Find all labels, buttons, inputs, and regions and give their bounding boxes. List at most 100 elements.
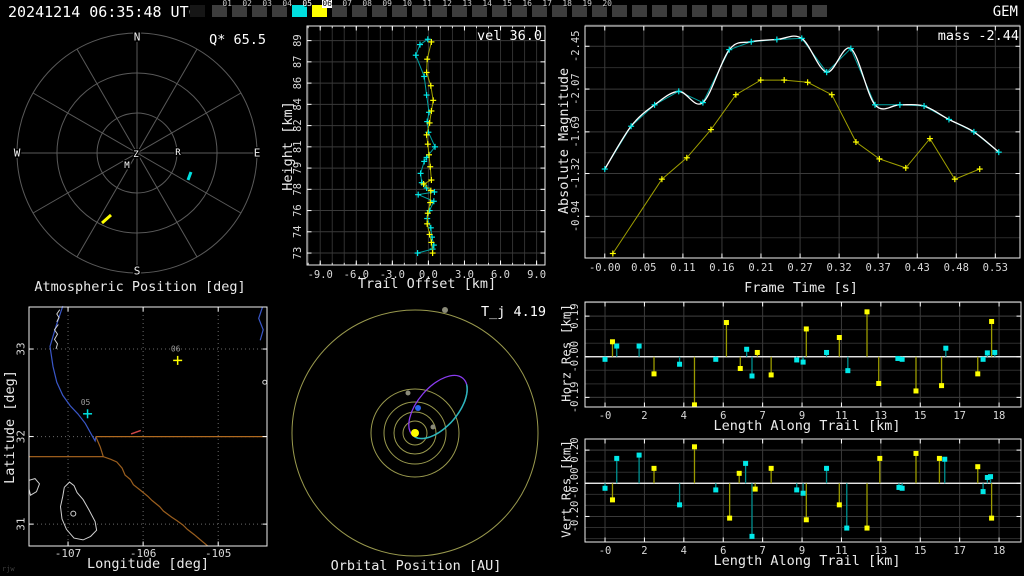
station-id-label: 10 bbox=[402, 0, 412, 8]
station-indicator-20[interactable]: 20 bbox=[592, 0, 612, 20]
station-indicator[interactable] bbox=[712, 2, 730, 20]
station-indicator-16[interactable]: 16 bbox=[512, 0, 532, 20]
q-factor-badge: Q* 65.5 bbox=[209, 32, 266, 48]
map-frame bbox=[28, 306, 268, 547]
terrain-ring bbox=[70, 510, 77, 517]
station-id-label: 03 bbox=[262, 0, 272, 8]
station-indicator-19[interactable]: 19 bbox=[572, 0, 592, 20]
atmospheric-panel-title: Atmospheric Position [deg] bbox=[34, 279, 246, 295]
svg-text:M: M bbox=[124, 161, 130, 171]
station-id-label: 04 bbox=[282, 0, 292, 8]
horz-res-y-axis-label: Horz Res [km] bbox=[558, 304, 574, 402]
svg-text:76: 76 bbox=[292, 204, 304, 217]
svg-text:33: 33 bbox=[15, 342, 28, 355]
svg-text:E: E bbox=[254, 147, 261, 160]
station-indicator-11[interactable]: 11 bbox=[412, 0, 432, 20]
svg-text:0.16: 0.16 bbox=[709, 262, 734, 274]
svg-text:18: 18 bbox=[993, 545, 1006, 557]
station-indicator[interactable] bbox=[692, 2, 710, 20]
residual-stems bbox=[602, 309, 998, 408]
svg-text:0.27: 0.27 bbox=[787, 262, 812, 274]
watermark: rjw bbox=[2, 565, 15, 573]
station-indicator[interactable] bbox=[812, 2, 830, 20]
map-ticks: -107 -106 -105333231 bbox=[15, 307, 267, 560]
station-indicator-09[interactable]: 09 bbox=[372, 0, 392, 20]
station-box-icon[interactable] bbox=[812, 5, 827, 17]
station-box-icon[interactable] bbox=[612, 5, 627, 17]
station-indicator-02[interactable]: 02 bbox=[232, 0, 252, 20]
svg-text:-2.45: -2.45 bbox=[570, 30, 582, 62]
station-indicator-18[interactable]: 18 bbox=[552, 0, 572, 20]
red-segment bbox=[130, 429, 142, 435]
station-indicator[interactable] bbox=[792, 2, 810, 20]
axis-ticks: -0.00 0.05 0.11 0.16 0.21 0.27 0.32 0.37 0.43 0.4… bbox=[570, 26, 1020, 274]
station-box-icon[interactable] bbox=[772, 5, 787, 17]
map-x-axis-label: Longitude [deg] bbox=[87, 556, 209, 572]
station-box-icon[interactable] bbox=[732, 5, 747, 17]
station-box-icon[interactable] bbox=[712, 5, 727, 17]
svg-text:9.0: 9.0 bbox=[527, 269, 546, 281]
station-id-label: 11 bbox=[422, 0, 432, 8]
station-id-label: 17 bbox=[542, 0, 552, 8]
border-river bbox=[95, 436, 209, 547]
station-indicator-05[interactable]: 05 bbox=[292, 0, 312, 20]
station-box-icon[interactable] bbox=[672, 5, 687, 17]
station-indicator[interactable] bbox=[672, 2, 690, 20]
absolute-magnitude-panel: -0.00 0.05 0.11 0.16 0.21 0.27 0.32 0.37 0.43 0.4… bbox=[570, 24, 1021, 274]
station-id-label: 13 bbox=[462, 0, 472, 8]
station-indicator-10[interactable]: 10 bbox=[392, 0, 412, 20]
orbit-panel-title: Orbital Position [AU] bbox=[330, 558, 502, 574]
station-indicator-08[interactable]: 08 bbox=[352, 0, 372, 20]
svg-text:74: 74 bbox=[292, 225, 304, 238]
svg-text:86: 86 bbox=[292, 77, 304, 90]
svg-text:4: 4 bbox=[681, 410, 687, 422]
svg-text:-9.0: -9.0 bbox=[308, 269, 333, 281]
svg-text:0.21: 0.21 bbox=[748, 262, 773, 274]
station-indicator-17[interactable]: 17 bbox=[532, 0, 552, 20]
svg-text:17: 17 bbox=[953, 410, 966, 422]
station-indicator[interactable] bbox=[652, 2, 670, 20]
horizontal-residuals-panel: -0 2 4 6 7 9 11 13 15 17 180.19-0.00-0.19 bbox=[569, 301, 1022, 422]
terrain-ring-e bbox=[262, 379, 268, 385]
map-y-axis-label: Latitude [deg] bbox=[2, 370, 18, 484]
station-box-icon[interactable] bbox=[652, 5, 667, 17]
svg-text:15: 15 bbox=[914, 410, 927, 422]
station-indicator-13[interactable]: 13 bbox=[452, 0, 472, 20]
atmospheric-position-panel: N S E W ZM R bbox=[12, 29, 262, 279]
station-id-label: 06 bbox=[322, 0, 332, 8]
station-box-icon[interactable] bbox=[792, 5, 807, 17]
svg-text:0.05: 0.05 bbox=[631, 262, 656, 274]
svg-text:31: 31 bbox=[15, 517, 28, 530]
svg-text:2: 2 bbox=[641, 410, 647, 422]
station-indicator-03[interactable]: 03 bbox=[252, 0, 272, 20]
station-indicator[interactable] bbox=[772, 2, 790, 20]
mass-badge: mass -2.44 bbox=[937, 28, 1019, 44]
earth-dot bbox=[415, 405, 421, 411]
meteor-analysis-app: 20241214 06:35:48 UTC 01 02 03 04 05 06 07 08 09… bbox=[0, 0, 1024, 576]
station-indicator-07[interactable]: 07 bbox=[332, 0, 352, 20]
station-indicator[interactable] bbox=[732, 2, 750, 20]
svg-text:89: 89 bbox=[292, 34, 304, 47]
station-indicator[interactable] bbox=[632, 2, 650, 20]
svg-text:-107: -107 bbox=[55, 547, 82, 560]
station-indicator-04[interactable]: 04 bbox=[272, 0, 292, 20]
orbital-position-panel bbox=[291, 307, 539, 557]
station-id-label: 16 bbox=[522, 0, 532, 8]
station-box-icon[interactable] bbox=[632, 5, 647, 17]
station-id-label: 18 bbox=[562, 0, 572, 8]
trail-y-axis-label: Height [km] bbox=[280, 101, 296, 191]
station-indicator-01[interactable]: 01 bbox=[212, 0, 232, 20]
station-indicator-12[interactable]: 12 bbox=[432, 0, 452, 20]
station-box-icon[interactable] bbox=[752, 5, 767, 17]
station-indicator-14[interactable]: 14 bbox=[472, 0, 492, 20]
station-indicator-15[interactable]: 15 bbox=[492, 0, 512, 20]
svg-text:-0: -0 bbox=[599, 545, 612, 557]
map-features bbox=[28, 305, 268, 547]
station-box-icon[interactable] bbox=[692, 5, 707, 17]
station-indicator-06[interactable]: 06 bbox=[312, 0, 332, 20]
station-indicator[interactable] bbox=[752, 2, 770, 20]
station-indicator[interactable] bbox=[190, 2, 208, 20]
station-box-icon[interactable] bbox=[190, 5, 205, 17]
svg-text:Z: Z bbox=[133, 150, 139, 160]
station-indicator[interactable] bbox=[612, 2, 630, 20]
